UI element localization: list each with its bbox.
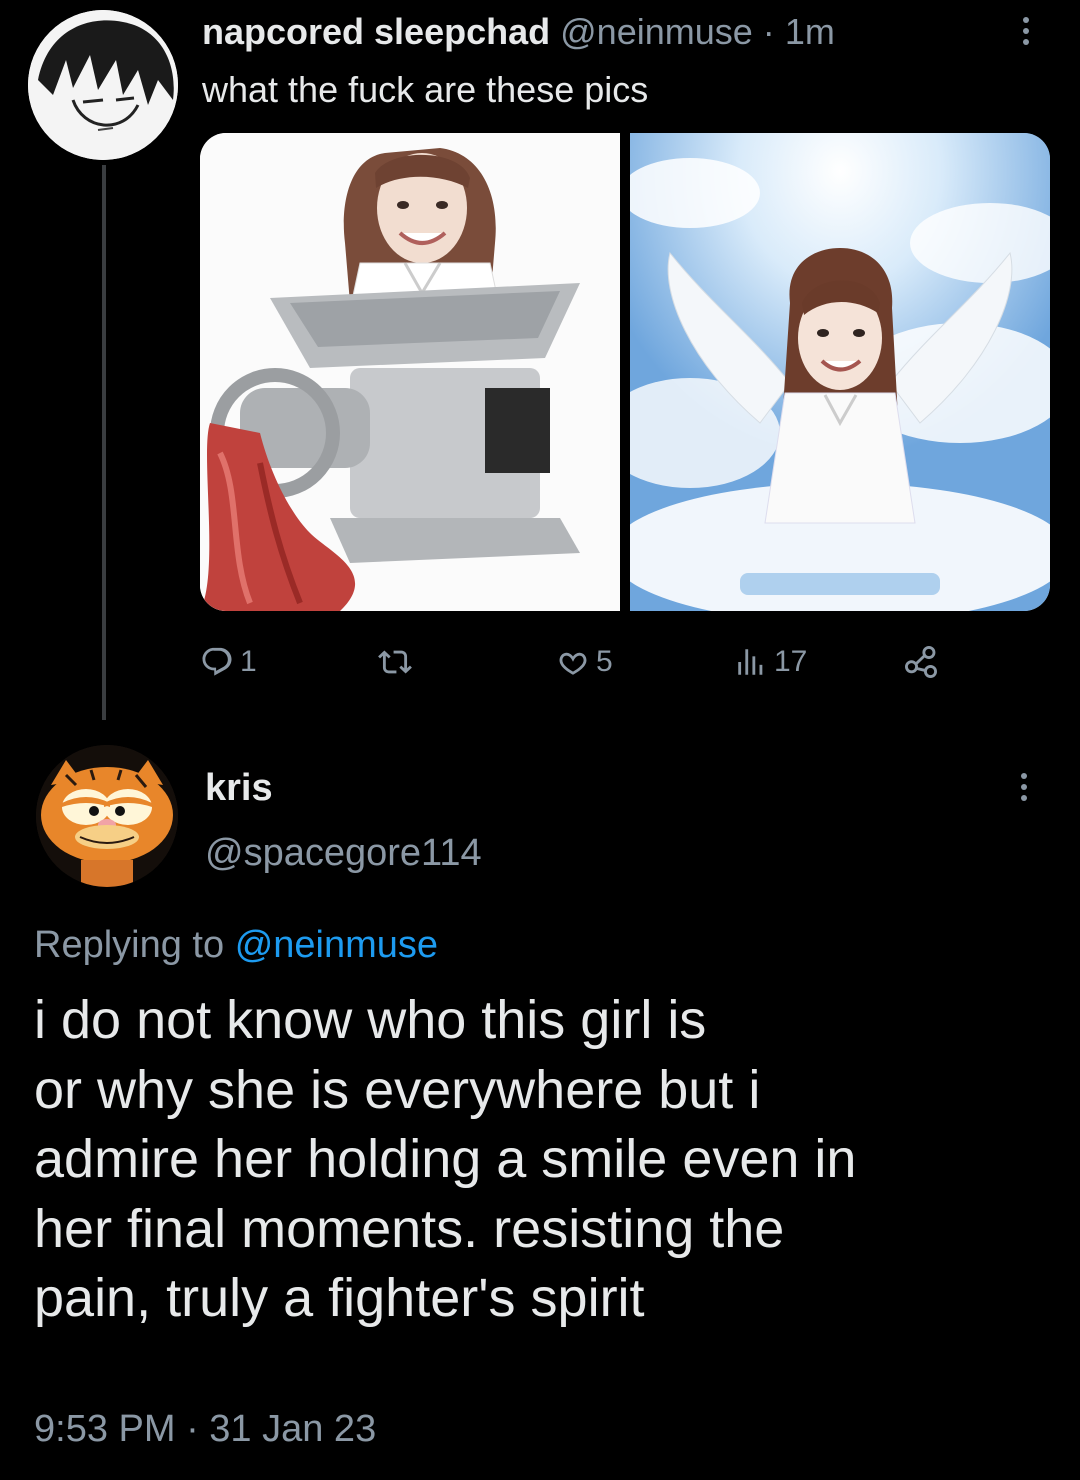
tweet-text: i do not know who this girl is or why sh… (34, 986, 1054, 1334)
thread-line (102, 165, 106, 720)
tweet-header: napcored sleepchad @neinmuse · 1m (202, 8, 835, 56)
reply-button[interactable]: 1 (200, 640, 257, 684)
manga-avatar-icon (28, 10, 178, 160)
heart-icon (559, 652, 587, 675)
tweet-text-line: pain, truly a fighter's spirit (34, 1268, 645, 1328)
retweet-icon (378, 650, 412, 674)
like-button[interactable]: 5 (556, 640, 613, 684)
garfield-avatar-icon (36, 745, 178, 887)
angel-clouds-image-icon (630, 133, 1050, 611)
separator-dot: · (762, 11, 775, 52)
replying-mention-link[interactable]: @neinmuse (235, 924, 438, 966)
share-button[interactable] (902, 640, 940, 684)
tweet-timestamp[interactable]: 9:53 PM · 31 Jan 23 (34, 1404, 376, 1454)
share-icon (905, 646, 937, 678)
avatar[interactable] (36, 745, 178, 887)
replying-prefix: Replying to (34, 924, 225, 966)
tweet-text: what the fuck are these pics (202, 69, 649, 110)
views-button[interactable]: 17 (734, 640, 807, 684)
reply-count: 1 (240, 645, 257, 678)
more-options-icon[interactable] (1014, 14, 1038, 54)
tweet-text-line: or why she is everywhere but i (34, 1059, 761, 1120)
media-image-angel[interactable] (630, 133, 1050, 611)
meat-grinder-image-icon (200, 133, 620, 611)
replying-to: Replying to @neinmuse (34, 920, 438, 970)
tweet-time[interactable]: 1m (785, 11, 835, 52)
parent-tweet: napcored sleepchad @neinmuse · 1m what t… (0, 0, 1080, 730)
user-handle[interactable]: @spacegore114 (205, 830, 482, 876)
tweet-text-line: her final moments. resisting the (34, 1198, 785, 1259)
more-options-icon[interactable] (1012, 770, 1036, 810)
user-handle[interactable]: @neinmuse (560, 11, 753, 52)
tweet-text-line: i do not know who this girl is (34, 990, 707, 1050)
tweet-actions: 1 5 17 (200, 640, 960, 684)
media-grid (200, 133, 1050, 611)
reply-icon (202, 647, 232, 676)
retweet-button[interactable] (378, 640, 418, 684)
media-image-meat-grinder[interactable] (200, 133, 620, 611)
avatar[interactable] (28, 10, 178, 160)
display-name[interactable]: kris (205, 765, 273, 811)
tweet-text-line: admire her holding a smile even in (34, 1129, 857, 1189)
display-name[interactable]: napcored sleepchad (202, 11, 550, 52)
like-count: 5 (596, 645, 613, 678)
view-count: 17 (774, 645, 808, 678)
views-chart-icon (738, 649, 763, 675)
